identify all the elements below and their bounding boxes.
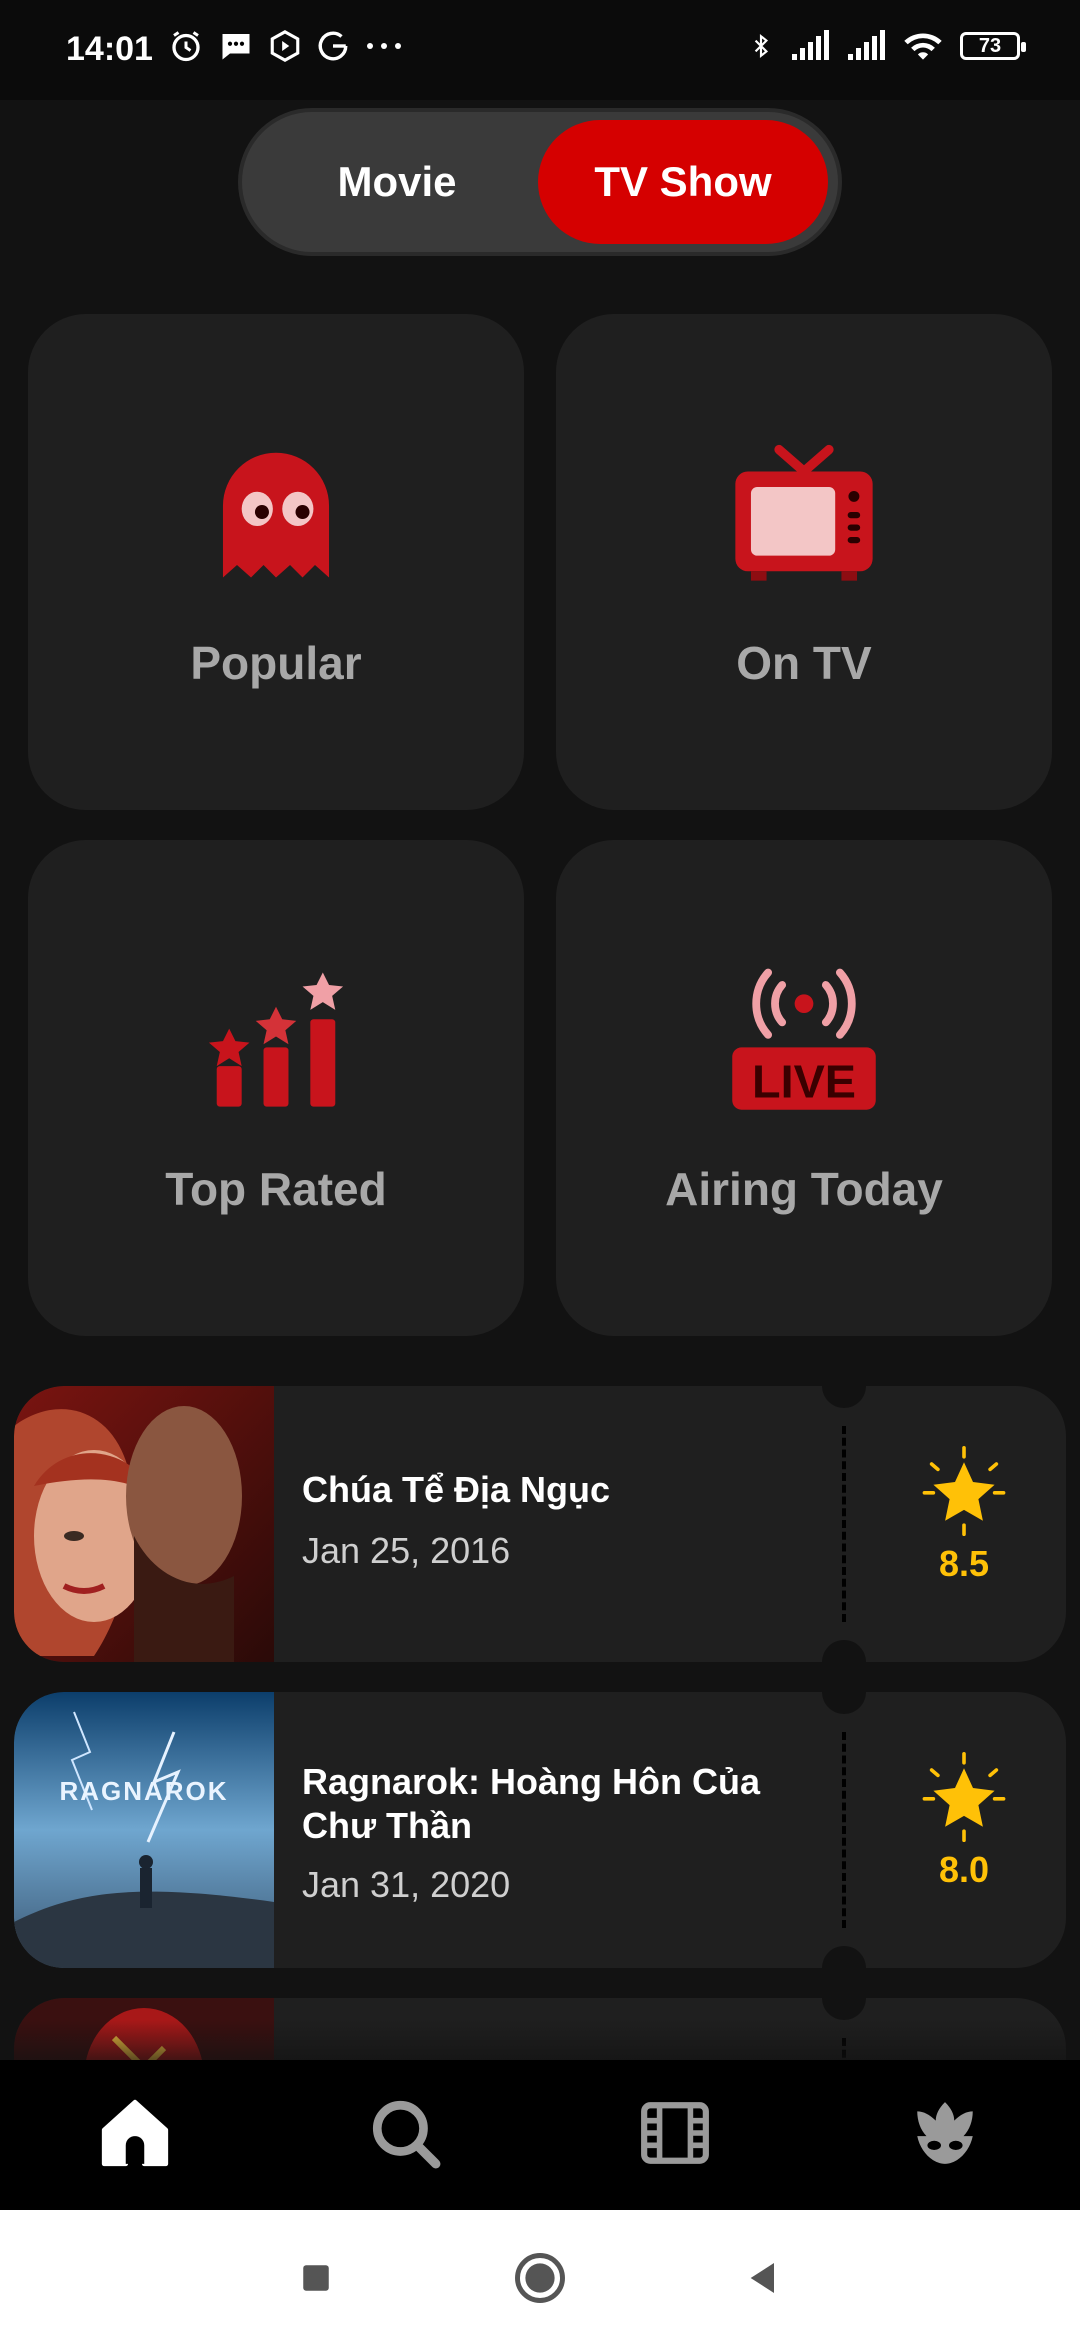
circle-home-icon [515, 2253, 565, 2303]
category-label: Airing Today [665, 1163, 943, 1215]
nav-home[interactable] [90, 2088, 180, 2178]
triangle-back-icon [750, 2263, 774, 2293]
tv-icon [735, 444, 873, 581]
category-label: Popular [190, 637, 362, 689]
recents-button[interactable] [286, 2248, 346, 2308]
google-icon [318, 31, 348, 61]
top-rated-chart-icon [208, 972, 344, 1107]
svg-text:LIVE: LIVE [752, 1055, 856, 1107]
ticket-notch-top [822, 1692, 866, 1714]
show-date: Jan 25, 2016 [302, 1530, 511, 1571]
show-title: Chúa Tể Địa Ngục [302, 1469, 611, 1510]
svg-text:RAGNAROK: RAGNAROK [59, 1776, 228, 1806]
status-notification-icons [168, 28, 404, 64]
battery-indicator: 73 [960, 32, 1026, 60]
media-type-toggle: Movie TV Show [238, 108, 842, 256]
star-icon [922, 1752, 1006, 1842]
category-label: On TV [736, 637, 872, 689]
ticket-divider [842, 1426, 846, 1622]
system-navigation-bar [0, 2210, 1080, 2340]
wifi-icon [904, 33, 942, 60]
movie-toggle-option[interactable]: Movie [252, 120, 542, 244]
ticket-divider [842, 1732, 846, 1928]
play-hex-icon [270, 30, 300, 62]
back-button[interactable] [734, 2248, 794, 2308]
nav-search[interactable] [360, 2088, 450, 2178]
rating-block: 8.5 [894, 1446, 1034, 1585]
nav-movies[interactable] [630, 2088, 720, 2178]
message-icon [222, 34, 250, 60]
more-dots-icon [367, 43, 401, 49]
square-recents-icon [303, 2265, 329, 2291]
bluetooth-icon [754, 33, 769, 59]
bottom-navigation [0, 2060, 1080, 2210]
ticket-notch-bottom [822, 1946, 866, 1968]
show-date: Jan 31, 2020 [302, 1864, 511, 1905]
mask-icon [917, 2102, 973, 2164]
nav-profile[interactable] [900, 2088, 990, 2178]
ticket-notch-top [822, 1998, 866, 2020]
category-tile-popular[interactable]: Popular [28, 314, 524, 810]
rating-value: 8.5 [938, 1543, 990, 1584]
category-tile-on-tv[interactable]: On TV [556, 314, 1052, 810]
ghost-icon [222, 452, 330, 578]
status-system-icons: 73 [748, 28, 1026, 64]
status-time: 14:01 [66, 30, 153, 68]
tv-show-toggle-option[interactable]: TV Show [538, 120, 828, 244]
status-bar: 14:01 73 [0, 0, 1080, 100]
show-title: Ragnarok: Hoàng Hôn Của Chư Thần [302, 1761, 761, 1846]
live-broadcast-icon: LIVE [732, 968, 876, 1110]
category-label: Top Rated [165, 1163, 387, 1215]
star-icon [922, 1446, 1006, 1536]
alarm-icon [172, 31, 200, 62]
rating-block: 8.0 [894, 1752, 1034, 1891]
show-card[interactable]: Chúa Tể Địa Ngục Jan 25, 2016 8.5 [14, 1386, 1066, 1662]
rating-value: 8.0 [938, 1849, 990, 1890]
signal-1-icon [792, 30, 829, 60]
category-tile-airing-today[interactable]: LIVE Airing Today [556, 840, 1052, 1336]
show-poster [14, 1386, 274, 1662]
film-icon [641, 2102, 709, 2164]
home-system-button[interactable] [510, 2248, 570, 2308]
ticket-notch-top [822, 1386, 866, 1408]
show-poster: RAGNAROK [14, 1692, 274, 1968]
category-tile-top-rated[interactable]: Top Rated [28, 840, 524, 1336]
show-card[interactable]: RAGNAROK Ragnarok: Hoàng Hôn Của Chư Thầ… [14, 1692, 1066, 1968]
ticket-notch-bottom [822, 1640, 866, 1662]
search-icon [372, 2100, 441, 2169]
signal-2-icon [848, 30, 885, 60]
home-icon [101, 2099, 169, 2167]
